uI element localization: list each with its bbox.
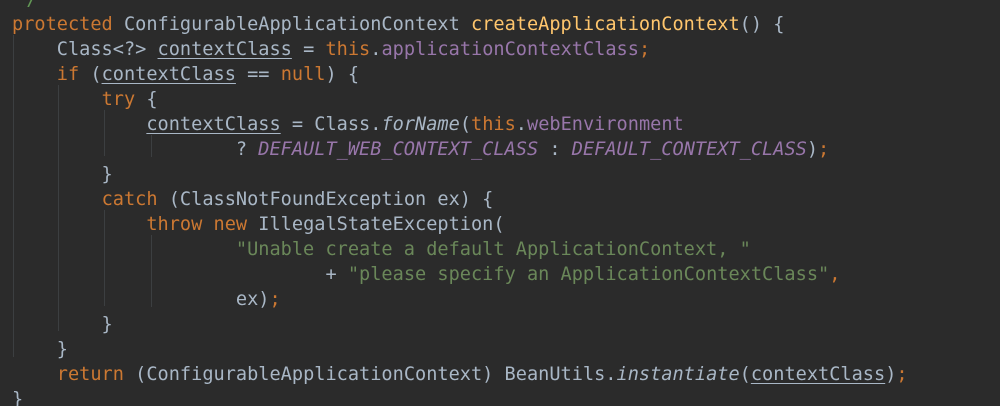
code-line-10: "Unable create a default ApplicationCont… <box>12 237 751 262</box>
code-token: } <box>12 164 113 185</box>
code-token: this <box>471 114 516 135</box>
code-token: } <box>12 314 113 335</box>
code-token: } <box>12 339 68 360</box>
code-line-11: + "please specify an ApplicationContextC… <box>12 262 840 287</box>
code-token: ( <box>79 64 102 85</box>
code-token: () { <box>739 14 785 35</box>
code-token: (ConfigurableApplicationContext) BeanUti… <box>123 364 617 385</box>
code-token: forName <box>381 114 460 135</box>
code-token: "please specify an ApplicationContextCla… <box>347 264 830 285</box>
code-token: this <box>325 39 371 60</box>
code-token: return <box>56 364 124 385</box>
code-token: + <box>12 264 348 285</box>
code-token: = <box>291 39 326 60</box>
code-line-8: catch (ClassNotFoundException ex) { <box>12 187 494 212</box>
code-line-1: protected ConfigurableApplicationContext… <box>12 12 784 37</box>
code-line-3: if (contextClass == null) { <box>12 62 359 87</box>
code-token: throw new <box>146 214 248 235</box>
code-token: contextClass <box>146 114 281 135</box>
code-line-16: } <box>12 387 23 406</box>
code-line-12: ex); <box>12 287 281 312</box>
code-line-13: } <box>12 312 113 337</box>
code-token: } <box>12 389 24 406</box>
code-token: ( <box>739 364 751 385</box>
code-editor[interactable]: */ protected ConfigurableApplicationConte… <box>0 0 1000 406</box>
code-token: protected <box>12 14 113 35</box>
code-line-4: try { <box>12 87 158 112</box>
code-token: if <box>56 64 80 85</box>
code-token: instantiate <box>616 364 740 385</box>
code-token: */ <box>4 0 37 10</box>
code-token: DEFAULT_CONTEXT_CLASS <box>571 139 807 160</box>
code-token: try <box>101 89 136 110</box>
code-token: contextClass <box>157 39 292 60</box>
code-token: ) <box>885 364 897 385</box>
code-token: : <box>538 139 572 160</box>
code-token: ; <box>638 39 651 60</box>
code-token: webEnvironment <box>527 114 684 135</box>
code-token: catch <box>101 189 158 210</box>
code-token: null <box>280 64 326 85</box>
code-token: . <box>515 114 527 135</box>
code-line-9: throw new IllegalStateException( <box>12 212 505 237</box>
code-line-6: ? DEFAULT_WEB_CONTEXT_CLASS : DEFAULT_CO… <box>12 137 829 162</box>
code-line-0: */ <box>4 0 37 12</box>
code-token: (ClassNotFoundException ex) { <box>157 189 494 210</box>
code-token: ? <box>12 139 259 160</box>
code-token: ; <box>818 139 830 160</box>
code-token: . <box>370 39 382 60</box>
code-token: DEFAULT_WEB_CONTEXT_CLASS <box>258 139 539 160</box>
code-token: ConfigurableApplicationContext <box>112 14 471 35</box>
code-line-2: Class<?> contextClass = this.application… <box>12 37 650 62</box>
code-token: ) { <box>325 64 360 85</box>
code-token: contextClass <box>750 364 886 385</box>
code-token: { <box>135 89 158 110</box>
code-token: applicationContextClass <box>381 39 639 60</box>
code-line-7: } <box>12 162 113 187</box>
code-line-14: } <box>12 337 68 362</box>
code-token: ; <box>896 364 908 385</box>
code-token: ( <box>459 114 472 135</box>
code-token: Class<?> <box>12 39 158 60</box>
code-token: ex) <box>12 289 270 310</box>
code-token: == <box>235 64 281 85</box>
code-token: ) <box>806 139 819 160</box>
code-line-15: return (ConfigurableApplicationContext) … <box>12 362 908 387</box>
code-token: ; <box>269 289 281 310</box>
code-token: createApplicationContext <box>470 14 740 35</box>
code-line-5: contextClass = Class.forName(this.webEnv… <box>12 112 684 137</box>
code-token: "Unable create a default ApplicationCont… <box>235 239 751 260</box>
code-token: IllegalStateException( <box>247 214 505 235</box>
code-token: , <box>829 264 841 285</box>
code-token: contextClass <box>101 64 236 85</box>
code-token: = Class. <box>280 114 382 135</box>
